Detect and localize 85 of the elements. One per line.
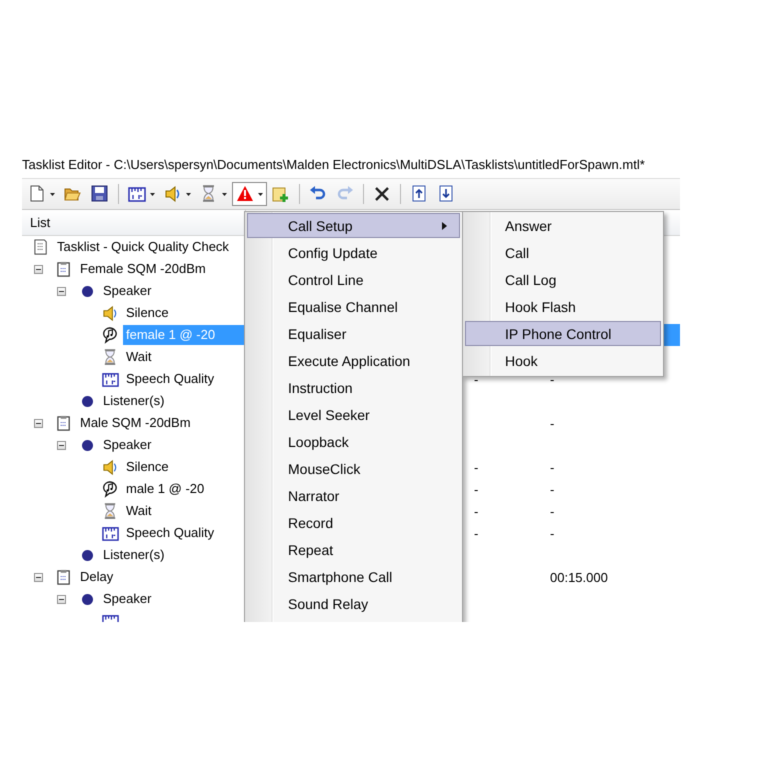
alert-button[interactable] — [232, 182, 267, 206]
caret-icon — [150, 192, 155, 196]
caret-icon — [50, 192, 55, 196]
collapse-toggle[interactable] — [34, 418, 43, 428]
dot-icon — [82, 396, 93, 406]
table-cell-text: - — [549, 480, 556, 498]
ruler-icon — [102, 524, 119, 542]
tree-item[interactable]: Speaker — [100, 589, 244, 609]
table-cell-text: - — [549, 370, 556, 388]
close-icon — [373, 185, 391, 203]
caret-icon — [222, 192, 227, 196]
menu-item[interactable]: Control Line — [247, 267, 460, 292]
caret-icon — [258, 192, 263, 196]
menu-item[interactable]: Sound Relay — [247, 591, 460, 616]
tree-item[interactable]: Speech Quality — [123, 523, 244, 543]
menu-item[interactable]: IP Phone Control — [465, 321, 661, 346]
tree-item[interactable]: Silence — [123, 303, 244, 323]
menu-item[interactable]: Smartphone Call — [247, 564, 460, 589]
menu-item[interactable]: Narrator — [247, 483, 460, 508]
warning-icon — [236, 185, 254, 203]
tree-item[interactable]: Speaker — [100, 435, 244, 455]
tree-item[interactable]: Wait — [123, 501, 244, 521]
clipboard-icon — [56, 414, 73, 432]
document-icon — [28, 185, 46, 203]
menu-item[interactable]: Equaliser — [247, 321, 460, 346]
menu-item[interactable]: MouseClick — [247, 456, 460, 481]
menu-item[interactable]: Level Seeker — [247, 402, 460, 427]
tree-item[interactable]: Female SQM -20dBm — [77, 259, 244, 279]
table-cell-text: - — [473, 502, 480, 520]
move-up-icon — [410, 185, 428, 203]
window-title: Tasklist Editor - C:\Users\spersyn\Documents\Malden Electronics\MultiDSLA\Tasklists\untitledForSpawn.mtl* — [22, 156, 646, 174]
table-cell-text: - — [473, 480, 480, 498]
tree-item[interactable]: Listener(s) — [100, 391, 244, 411]
table-cell-text: - — [473, 524, 480, 542]
tree-item[interactable]: male 1 @ -20 — [123, 479, 244, 499]
table-cell-text: - — [473, 458, 480, 476]
menu-item[interactable]: Loopback — [247, 429, 460, 454]
menu-item[interactable]: Repeat — [247, 537, 460, 562]
dot-icon — [82, 594, 93, 604]
speaker-icon — [102, 304, 119, 322]
collapse-toggle[interactable] — [57, 440, 66, 450]
collapse-toggle[interactable] — [34, 264, 43, 274]
tree-item[interactable]: Tasklist - Quick Quality Check — [54, 237, 244, 257]
tree-item[interactable]: Delay — [77, 567, 244, 587]
menu-item[interactable]: Call Setup — [247, 213, 460, 238]
clipboard-icon — [56, 260, 73, 278]
menu-item[interactable]: Equalise Channel — [247, 294, 460, 319]
speaker-icon — [102, 458, 119, 476]
tree-item[interactable]: Wait — [123, 347, 244, 367]
tree-item[interactable]: Speech Quality — [123, 369, 244, 389]
tree-item[interactable]: Silence — [123, 457, 244, 477]
table-cell-text: 00:15.000 — [549, 568, 609, 586]
menu-item[interactable]: Call — [465, 240, 661, 265]
collapse-toggle[interactable] — [57, 286, 66, 296]
table-cell-text: - — [549, 414, 556, 432]
dot-icon — [82, 550, 93, 560]
caret-icon — [186, 192, 191, 196]
ruler-icon — [102, 370, 119, 388]
table-cell-text: - — [473, 370, 480, 388]
menu-item[interactable]: Hook — [465, 348, 661, 373]
table-cell-text: - — [549, 502, 556, 520]
menu-item[interactable]: Instruction — [247, 375, 460, 400]
speech-bubble-icon — [102, 326, 119, 344]
menu-item[interactable]: Record — [247, 510, 460, 535]
clipboard-icon — [56, 568, 73, 586]
menu-item[interactable]: Call Log — [465, 267, 661, 292]
menu-item[interactable]: Answer — [465, 213, 661, 238]
collapse-toggle[interactable] — [34, 572, 43, 582]
dot-icon — [82, 440, 93, 450]
tree-item[interactable]: Speaker — [100, 281, 244, 301]
collapse-toggle[interactable] — [57, 594, 66, 604]
move-down-icon — [437, 185, 455, 203]
submenu-arrow-icon — [442, 222, 447, 230]
dot-icon — [82, 286, 93, 296]
note-plus-icon — [272, 185, 290, 203]
menu-item[interactable]: Hook Flash — [465, 294, 661, 319]
tree-item[interactable]: Listener(s) — [100, 545, 244, 565]
menu-item[interactable]: Config Update — [247, 240, 460, 265]
speaker-icon — [164, 185, 182, 203]
speech-bubble-icon — [102, 480, 119, 498]
table-cell-text: - — [549, 458, 556, 476]
menu-item[interactable]: Execute Application — [247, 348, 460, 373]
tree-item[interactable]: Male SQM -20dBm — [77, 413, 244, 433]
table-cell-text: - — [549, 524, 556, 542]
ruler-icon — [128, 185, 146, 203]
